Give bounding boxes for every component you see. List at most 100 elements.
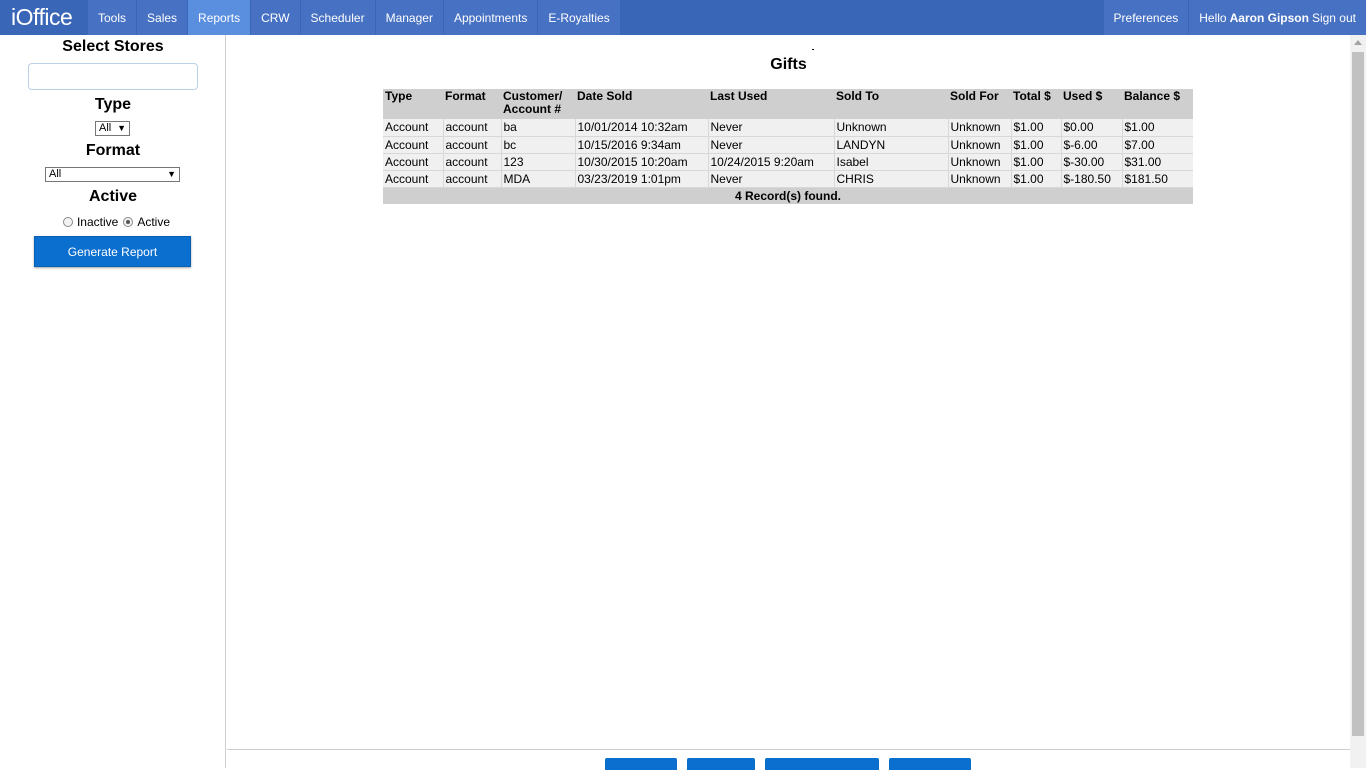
cell-used: $-180.50 xyxy=(1061,170,1123,188)
format-select-value: All xyxy=(49,168,62,180)
cell-sold-for: Unknown xyxy=(948,136,1012,154)
cell-total: $1.00 xyxy=(1011,153,1062,171)
active-radio-group: Inactive Active xyxy=(0,215,226,229)
col-header-format[interactable]: Format xyxy=(443,89,501,119)
type-select-value: All xyxy=(99,122,112,134)
col-header-last-used[interactable]: Last Used xyxy=(708,89,834,119)
chevron-down-icon: ▼ xyxy=(117,123,126,133)
cell-total: $1.00 xyxy=(1011,136,1062,154)
cell-last-used: 10/24/2015 9:20am xyxy=(708,153,835,171)
cell-balance: $31.00 xyxy=(1122,153,1193,171)
cell-total: $1.00 xyxy=(1011,119,1062,137)
table-header-row: Type Format Customer/ Account # Date Sol… xyxy=(383,89,1193,119)
store-select-input[interactable] xyxy=(28,63,198,90)
col-header-sold-to[interactable]: Sold To xyxy=(834,89,948,119)
nav-item-manager[interactable]: Manager xyxy=(375,0,444,35)
cell-customer: ba xyxy=(501,119,576,137)
bottom-action-button-4[interactable] xyxy=(889,758,971,770)
table-footer-row: 4 Record(s) found. xyxy=(383,187,1193,204)
cell-date-sold: 10/30/2015 10:20am xyxy=(575,153,709,171)
user-name: Aaron Gipson xyxy=(1229,10,1309,25)
stores-heading: Select Stores xyxy=(62,38,164,55)
record-count: 4 Record(s) found. xyxy=(383,187,1193,204)
bottom-divider xyxy=(227,749,1350,750)
chevron-down-icon: ▼ xyxy=(167,169,176,179)
cell-type: Account xyxy=(383,136,444,154)
table-row: Account account bc 10/15/2016 9:34am Nev… xyxy=(383,136,1193,154)
col-header-customer-account-text: Customer/ Account # xyxy=(503,89,563,116)
cell-customer: bc xyxy=(501,136,576,154)
cell-sold-to: Isabel xyxy=(834,153,949,171)
gifts-table: Type Format Customer/ Account # Date Sol… xyxy=(383,89,1193,204)
cell-sold-for: Unknown xyxy=(948,153,1012,171)
scrollbar-thumb[interactable] xyxy=(1352,52,1364,736)
bottom-action-button-3[interactable] xyxy=(765,758,879,770)
nav-item-tools[interactable]: Tools xyxy=(88,0,138,35)
cell-last-used: Never xyxy=(708,136,835,154)
col-header-total[interactable]: Total $ xyxy=(1011,89,1061,119)
type-heading: Type xyxy=(94,96,132,113)
cell-total: $1.00 xyxy=(1011,170,1062,188)
cell-date-sold: 10/01/2014 10:32am xyxy=(575,119,709,137)
cell-balance: $181.50 xyxy=(1122,170,1193,188)
top-navbar: iOffice Tools Sales Reports CRW Schedule… xyxy=(0,0,1366,35)
radio-active[interactable] xyxy=(123,217,134,227)
greeting-text: Hello xyxy=(1199,10,1227,25)
bottom-action-button-2[interactable] xyxy=(687,758,755,770)
type-select[interactable]: All ▼ xyxy=(95,121,130,136)
cell-type: Account xyxy=(383,119,444,137)
nav-item-sales[interactable]: Sales xyxy=(137,0,189,35)
col-header-used[interactable]: Used $ xyxy=(1061,89,1122,119)
generate-report-button[interactable]: Generate Report xyxy=(34,236,191,267)
cell-type: Account xyxy=(383,153,444,171)
cell-balance: $1.00 xyxy=(1122,119,1193,137)
cell-sold-to: Unknown xyxy=(834,119,949,137)
nav-item-reports[interactable]: Reports xyxy=(188,0,252,35)
filter-sidebar: Select Stores Type All ▼ Format All ▼ Ac… xyxy=(0,35,226,768)
nav-user-area: Hello Aaron Gipson Sign out xyxy=(1188,0,1366,35)
col-header-balance[interactable]: Balance $ xyxy=(1122,89,1193,119)
nav-item-crw[interactable]: CRW xyxy=(251,0,301,35)
active-heading: Active xyxy=(88,188,138,205)
cell-used: $-30.00 xyxy=(1061,153,1123,171)
format-heading: Format xyxy=(85,142,141,159)
cell-customer: 123 xyxy=(501,153,576,171)
cell-format: account xyxy=(443,119,502,137)
cell-format: account xyxy=(443,170,502,188)
cell-sold-for: Unknown xyxy=(948,170,1012,188)
radio-active-label: Active xyxy=(137,215,171,229)
format-select[interactable]: All ▼ xyxy=(45,167,180,182)
cell-sold-to: LANDYN xyxy=(834,136,949,154)
table-row: Account account ba 10/01/2014 10:32am Ne… xyxy=(383,119,1193,137)
cell-date-sold: 03/23/2019 1:01pm xyxy=(575,170,709,188)
cell-sold-for: Unknown xyxy=(948,119,1012,137)
report-title: Gifts xyxy=(770,56,807,73)
radio-inactive[interactable] xyxy=(62,217,73,227)
col-header-date-sold[interactable]: Date Sold xyxy=(575,89,708,119)
table-row: Account account MDA 03/23/2019 1:01pm Ne… xyxy=(383,170,1193,188)
nav-item-appointments[interactable]: Appointments xyxy=(443,0,539,35)
nav-preferences[interactable]: Preferences xyxy=(1102,0,1189,35)
cell-sold-to: CHRIS xyxy=(834,170,949,188)
col-header-type[interactable]: Type xyxy=(383,89,443,119)
bottom-action-button-1[interactable] xyxy=(605,758,677,770)
brand-logo[interactable]: iOffice xyxy=(0,0,88,35)
nav-item-e-royalties[interactable]: E-Royalties xyxy=(538,0,621,35)
radio-active-option[interactable]: Active xyxy=(123,215,170,229)
cell-used: $-6.00 xyxy=(1061,136,1123,154)
title-tick-mark xyxy=(812,49,814,50)
cell-format: account xyxy=(443,153,502,171)
cell-format: account xyxy=(443,136,502,154)
cell-date-sold: 10/15/2016 9:34am xyxy=(575,136,709,154)
col-header-sold-for[interactable]: Sold For xyxy=(948,89,1011,119)
col-header-customer-account[interactable]: Customer/ Account # xyxy=(501,89,575,119)
scroll-up-arrow-icon[interactable] xyxy=(1354,40,1362,45)
cell-customer: MDA xyxy=(501,170,576,188)
radio-inactive-option[interactable]: Inactive xyxy=(62,215,118,229)
cell-last-used: Never xyxy=(708,170,835,188)
nav-item-scheduler[interactable]: Scheduler xyxy=(300,0,376,35)
table-row: Account account 123 10/30/2015 10:20am 1… xyxy=(383,153,1193,171)
cell-used: $0.00 xyxy=(1061,119,1123,137)
signout-link[interactable]: Sign out xyxy=(1312,11,1356,25)
